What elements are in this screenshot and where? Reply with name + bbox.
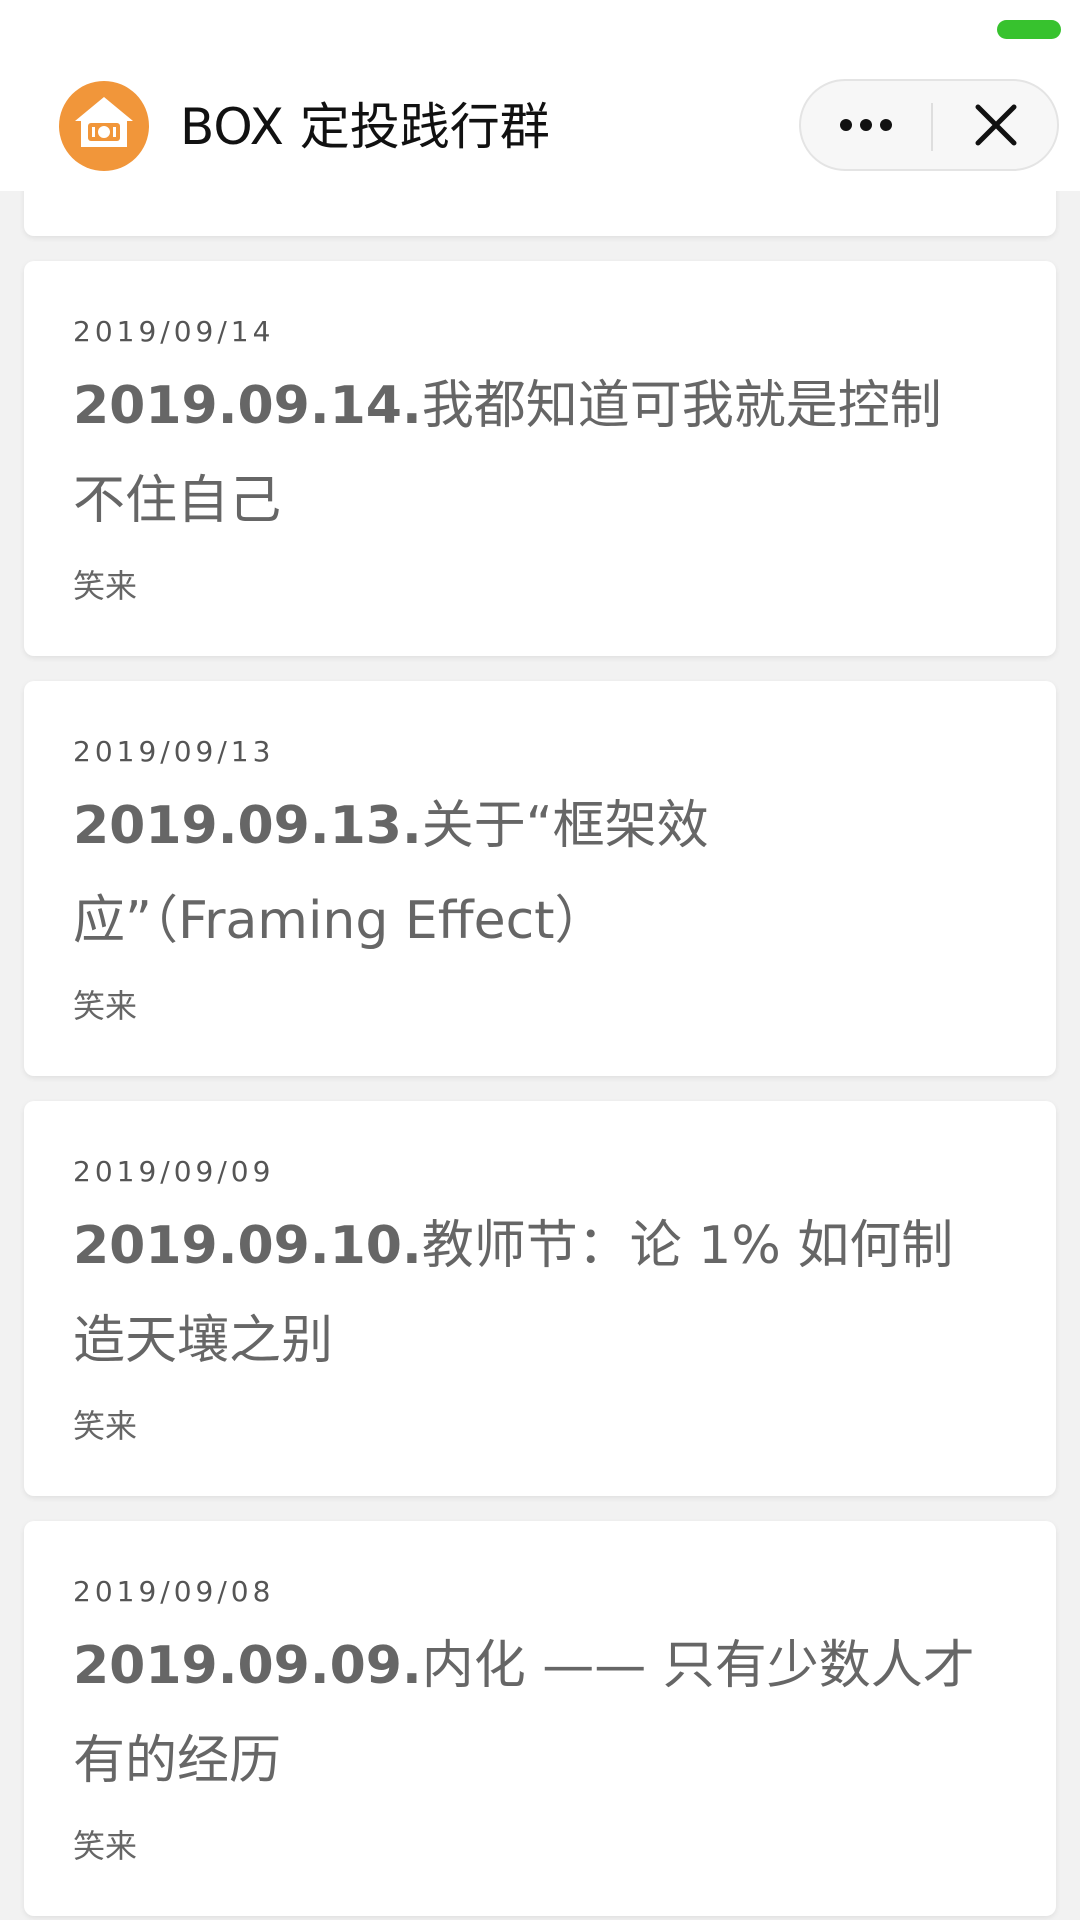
article-title-prefix: 2019.09.13. [73, 796, 422, 856]
mini-program-capsule [799, 79, 1059, 171]
article-author: 笑来 [73, 1407, 138, 1445]
article-author: 笑来 [73, 987, 138, 1025]
article-author: 笑来 [73, 1827, 138, 1865]
article-date: 2019/09/14 [73, 315, 275, 348]
close-button[interactable] [933, 81, 1059, 169]
more-button[interactable] [801, 81, 931, 169]
article-card[interactable]: 2019/09/13 2019.09.13.关于“框架效应”（Framing E… [24, 681, 1056, 1076]
article-date: 2019/09/08 [73, 1575, 275, 1608]
close-icon [975, 104, 1017, 146]
article-author: 笑来 [73, 567, 138, 605]
article-title: 2019.09.13.关于“框架效应”（Framing Effect） [73, 779, 773, 969]
article-title: 2019.09.14.我都知道可我就是控制不住自己 [73, 359, 993, 549]
article-card[interactable]: 2019/09/08 2019.09.09.内化 —— 只有少数人才有的经历 笑… [24, 1521, 1056, 1916]
article-title: 2019.09.09.内化 —— 只有少数人才有的经历 [73, 1619, 993, 1809]
article-date: 2019/09/13 [73, 735, 275, 768]
top-header: BOX 定投践行群 [0, 0, 1080, 191]
article-date: 2019/09/09 [73, 1155, 275, 1188]
piggy-bank-house-icon [59, 81, 149, 171]
article-list: 2019/09/14 2019.09.14.我都知道可我就是控制不住自己 笑来 … [0, 0, 1080, 1920]
article-title-prefix: 2019.09.14. [73, 376, 422, 436]
more-dots-icon [840, 119, 892, 131]
status-indicator [997, 20, 1061, 39]
article-title-prefix: 2019.09.09. [73, 1636, 422, 1696]
page-title: BOX 定投践行群 [180, 98, 550, 156]
article-card[interactable]: 2019/09/14 2019.09.14.我都知道可我就是控制不住自己 笑来 [24, 261, 1056, 656]
article-card[interactable]: 2019/09/09 2019.09.10.教师节：论 1% 如何制造天壤之别 … [24, 1101, 1056, 1496]
article-title: 2019.09.10.教师节：论 1% 如何制造天壤之别 [73, 1199, 993, 1389]
article-title-prefix: 2019.09.10. [73, 1216, 422, 1276]
